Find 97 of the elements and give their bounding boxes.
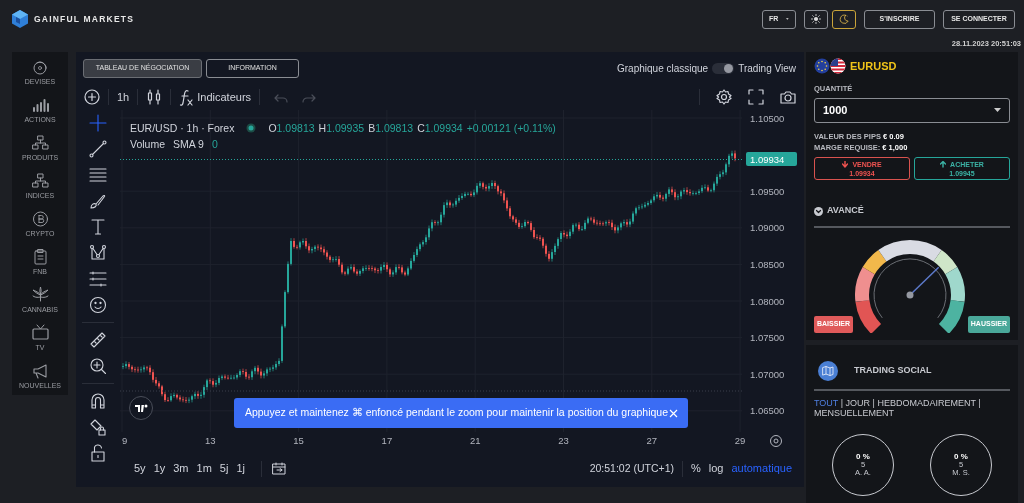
add-icon[interactable] — [84, 89, 100, 105]
line-tool-icon[interactable] — [89, 140, 107, 158]
brush-icon[interactable] — [89, 192, 107, 210]
price-label: 1.08000 — [750, 295, 785, 307]
separator: | — [840, 398, 844, 408]
candlestick-icon[interactable] — [146, 89, 163, 105]
advanced-toggle[interactable]: AVANCÉ — [827, 204, 864, 218]
time-label: 15 — [293, 435, 304, 446]
time-label: 9 — [122, 435, 128, 446]
brand-name: GAINFUL MARKETS — [34, 12, 134, 26]
time-label: 13 — [205, 435, 216, 446]
percent-button[interactable]: % — [691, 460, 701, 477]
filter-tab[interactable]: HEBDOMADAIREMENT — [877, 398, 976, 408]
hierarchy-icon — [30, 134, 50, 151]
us-flag-icon — [830, 58, 846, 75]
pencil-lock-icon[interactable] — [89, 418, 107, 436]
text-tool-icon[interactable] — [89, 218, 107, 236]
ruler-lines-icon[interactable] — [89, 270, 107, 288]
price-label: 1.09500 — [750, 185, 785, 197]
toggle-label: Trading View — [738, 61, 796, 76]
magnet-icon[interactable] — [89, 392, 107, 410]
price-label: 1.07500 — [750, 332, 785, 344]
chart-symbol: EUR/USD · 1h · Forex — [130, 121, 235, 136]
log-button[interactable]: log — [708, 460, 724, 477]
caret-icon — [786, 17, 789, 21]
price-label: 1.09000 — [750, 222, 785, 234]
tradingview-logo-icon — [129, 396, 153, 420]
bar-chart-icon — [30, 96, 50, 113]
indicators-button[interactable]: Indicateurs — [179, 88, 252, 106]
arrow-down-icon — [842, 160, 849, 168]
ohlc-value: H1.09935 — [318, 121, 365, 136]
function-icon — [179, 88, 194, 106]
zoom-in-icon[interactable] — [89, 357, 107, 375]
instrument-symbol: EURUSD — [850, 59, 897, 74]
horizontal-lines-icon[interactable] — [89, 166, 107, 184]
ohlc-value: C1.09934 — [417, 121, 463, 136]
close-icon[interactable] — [669, 408, 678, 418]
quantity-select[interactable]: 1000 — [814, 97, 1010, 123]
toast-message: Appuyez et maintenez ⌘ enfoncé pendant le zoom pour maintenir la position du graphique — [244, 405, 669, 421]
chevron-down-icon[interactable] — [814, 206, 823, 216]
ruler-icon[interactable] — [89, 331, 107, 349]
range-button[interactable]: 1j — [236, 460, 245, 477]
coin-icon — [30, 210, 50, 227]
hierarchy-icon — [30, 172, 50, 189]
price-label: 1.10500 — [750, 112, 785, 124]
dark-theme-button[interactable] — [832, 9, 856, 29]
eu-flag-icon — [814, 58, 830, 75]
toggle-label: Graphique classique — [617, 61, 709, 76]
go-to-date-icon[interactable] — [271, 462, 286, 475]
indicator-label: SMA 9 — [173, 137, 204, 152]
filter-tab[interactable]: MENSUELLEMENT — [814, 407, 894, 418]
range-button[interactable]: 3m — [173, 460, 189, 477]
price-change: +0.00121 (+0.11%) — [466, 121, 556, 136]
range-button[interactable]: 5y — [134, 460, 146, 477]
timezone-label: 20:51:02 (UTC+1) — [589, 460, 674, 476]
time-label: 27 — [646, 435, 658, 446]
status-dot-icon — [246, 123, 257, 133]
caret-icon — [994, 108, 1001, 113]
price-label: 1.08500 — [750, 258, 785, 270]
megaphone-icon — [30, 362, 50, 379]
interval-button[interactable]: 1h — [117, 88, 130, 106]
pattern-icon[interactable] — [89, 244, 107, 262]
ohlc-value: B1.09813 — [368, 121, 414, 136]
separator: | — [978, 398, 981, 408]
fullscreen-icon[interactable] — [748, 89, 764, 105]
axis-settings-icon[interactable] — [770, 435, 782, 447]
light-theme-button[interactable] — [804, 9, 828, 29]
range-button[interactable]: 1y — [153, 460, 166, 477]
separator: | — [872, 398, 875, 408]
leaf-icon — [30, 286, 50, 303]
arrow-up-icon — [940, 160, 947, 168]
smiley-icon[interactable] — [89, 296, 107, 314]
time-label: 17 — [381, 435, 393, 446]
logo-icon — [10, 9, 30, 29]
toggle-switch[interactable] — [712, 62, 735, 74]
range-button[interactable]: 1m — [196, 460, 212, 477]
indicator-value: 0 — [211, 137, 218, 152]
auto-scale-button[interactable]: automatique — [731, 460, 792, 477]
filter-tab[interactable]: JOUR — [845, 398, 871, 408]
camera-icon[interactable] — [780, 89, 796, 105]
time-label: 29 — [734, 435, 746, 446]
tv-icon — [30, 324, 50, 341]
section-title: TRADING SOCIAL — [854, 364, 932, 378]
time-label: 23 — [558, 435, 569, 446]
price-label: 1.07000 — [750, 368, 785, 380]
moon-icon — [839, 13, 849, 25]
sun-icon — [811, 13, 821, 25]
map-icon — [818, 361, 838, 381]
range-button[interactable]: 5j — [219, 460, 229, 477]
lock-icon[interactable] — [89, 444, 107, 462]
time-label: 21 — [469, 435, 481, 446]
volume-label: Volume — [130, 137, 166, 152]
settings-icon[interactable] — [716, 89, 732, 105]
ohlc-value: O1.09813 — [268, 121, 315, 136]
filter-tab[interactable]: TOUT — [814, 398, 839, 408]
price-label: 1.06500 — [750, 405, 785, 417]
last-price-tag: 1.09934 — [746, 152, 797, 166]
